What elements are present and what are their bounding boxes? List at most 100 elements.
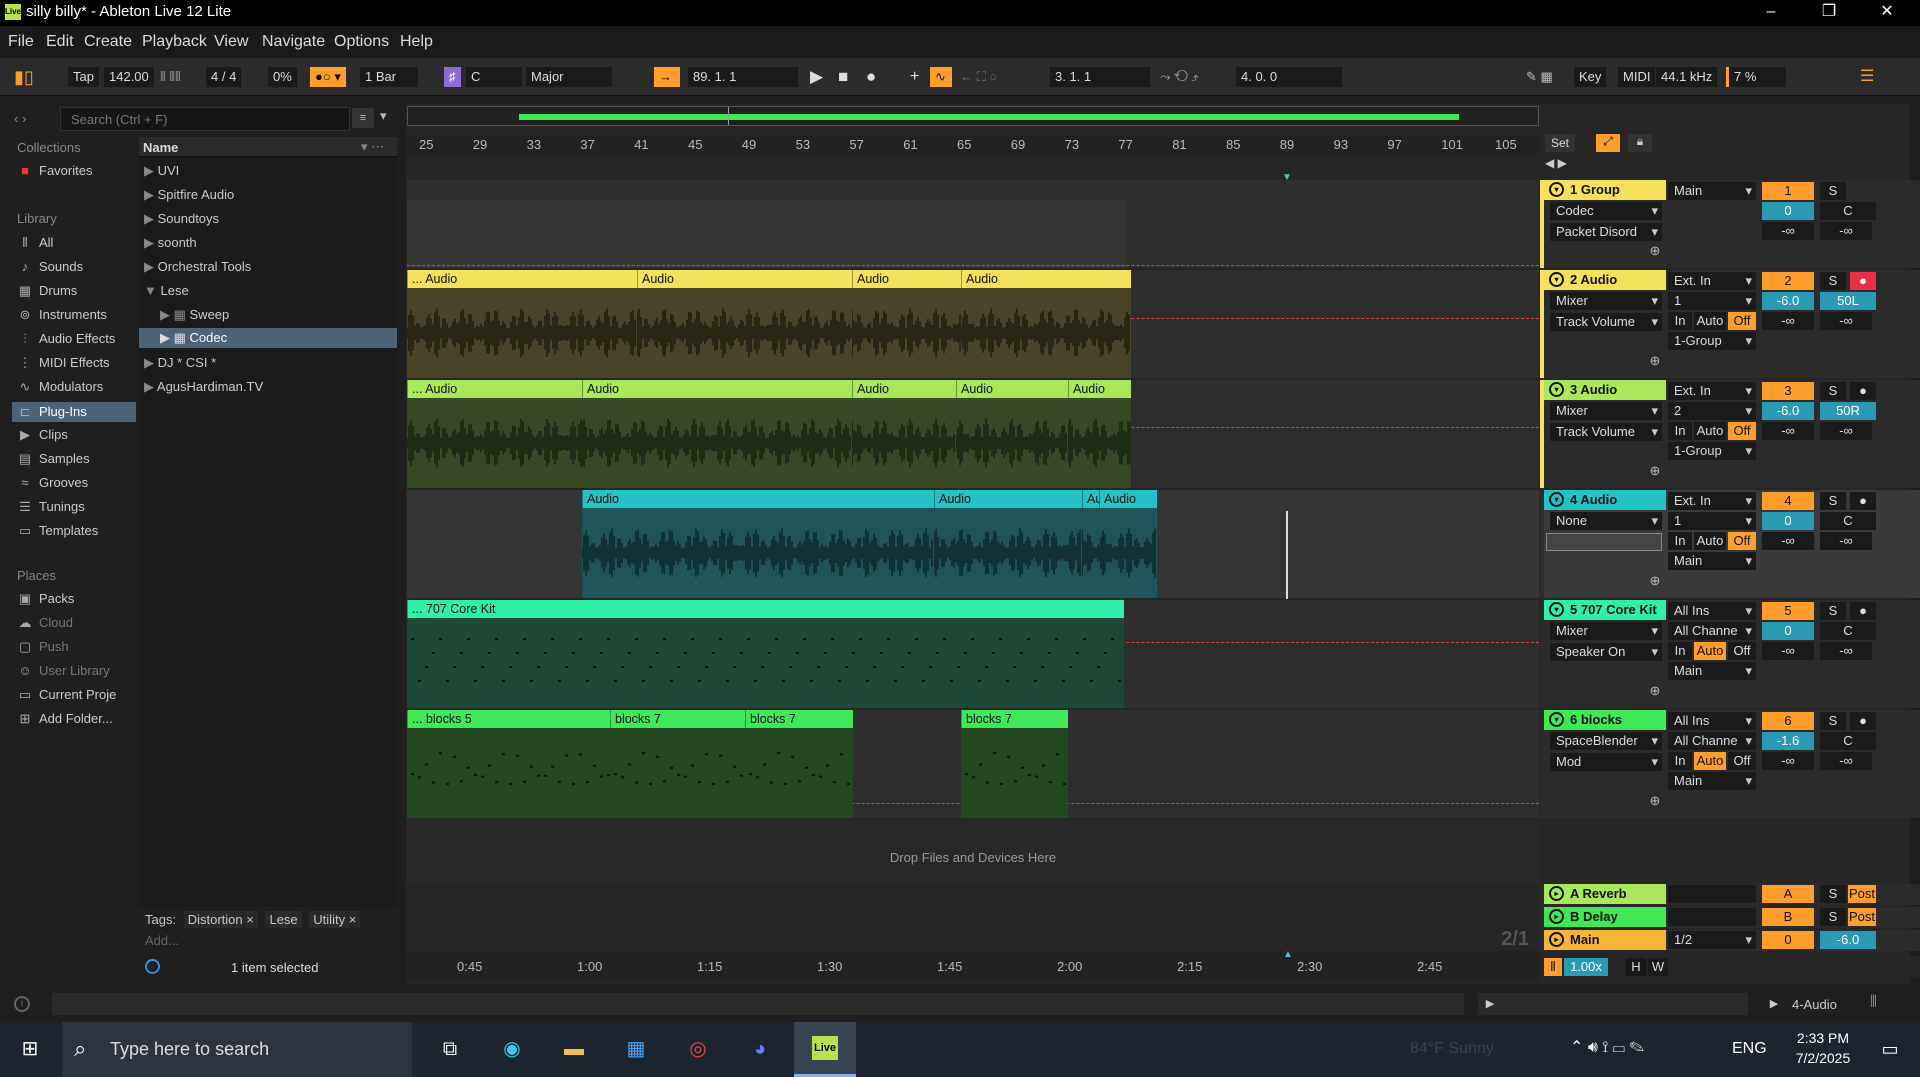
solo-button[interactable]: S — [1820, 272, 1846, 290]
library-instruments[interactable]: ⊚ Instruments — [18, 307, 107, 323]
file-item[interactable]: ▶ UVI — [144, 163, 179, 179]
zoom-value[interactable]: 1.00x — [1564, 958, 1608, 976]
track-number[interactable]: 5 — [1762, 602, 1814, 620]
post-button[interactable]: Post — [1848, 908, 1876, 926]
monitor-auto-button[interactable]: Auto — [1694, 422, 1726, 440]
volume-field[interactable]: -6.0 — [1762, 292, 1814, 310]
return-track[interactable]: ▸ A Reverb A S Post — [1540, 884, 1920, 905]
library-templates[interactable]: ▭ Templates — [18, 523, 98, 539]
add-device-icon[interactable]: ⊕ — [1648, 682, 1662, 700]
tag-lese[interactable]: Lese — [265, 911, 302, 928]
add-device-icon[interactable]: ⊕ — [1648, 352, 1662, 370]
clip[interactable]: blocks 7 — [961, 710, 1068, 818]
library-clips[interactable]: ▶ Clips — [18, 427, 68, 443]
metronome-button[interactable]: ●○ ▾ — [310, 67, 346, 87]
volume-field[interactable]: 0 — [1762, 202, 1814, 220]
file-item[interactable]: ▶ Soundtoys — [144, 211, 219, 227]
input-channel-select[interactable]: 1 — [1668, 292, 1756, 310]
output-select[interactable]: Main — [1668, 772, 1756, 790]
restore-button[interactable]: ❐ — [1800, 0, 1858, 26]
control-chooser[interactable]: Track Volume — [1550, 423, 1662, 441]
scale-select[interactable]: Major — [526, 67, 612, 87]
play-icon[interactable]: ▶ — [810, 67, 823, 87]
output-select[interactable]: 1-Group — [1668, 332, 1756, 350]
device-select[interactable]: Mixer — [1550, 622, 1662, 640]
return-letter[interactable]: 0 — [1762, 931, 1814, 949]
monitor-in-button[interactable]: In — [1668, 752, 1692, 770]
track-arrow-icon[interactable]: ▶ — [1762, 993, 1786, 1015]
solo-button[interactable]: S — [1820, 712, 1846, 730]
filter-icon[interactable]: ≡ — [352, 108, 374, 128]
store-icon[interactable]: ▦ — [614, 1031, 658, 1067]
volume-field[interactable]: -6.0 — [1820, 931, 1876, 949]
return-name[interactable]: ▸ B Delay — [1544, 907, 1666, 927]
clip[interactable]: ... Audio — [407, 380, 582, 488]
track-header[interactable]: ▾5 707 Core Kit Mixer Speaker On All Ins All… — [1540, 600, 1920, 708]
places-current-project[interactable]: ▭ Current Proje — [18, 687, 116, 703]
weather-widget[interactable]: 84°F Sunny — [1410, 1040, 1494, 1058]
clip[interactable]: Audio — [1099, 490, 1157, 598]
lane-group[interactable] — [407, 180, 1539, 268]
input-channel-select[interactable]: All Channe — [1668, 622, 1756, 640]
places-packs[interactable]: ▣ Packs — [18, 591, 75, 607]
input-type-select[interactable]: Ext. In — [1668, 382, 1756, 400]
volume-field[interactable]: -6.0 — [1762, 402, 1814, 420]
track-header[interactable]: ▾1 Group Codec Packet Disord Main 1S0C -∞ -∞ ⊕ — [1540, 180, 1920, 268]
solo-button[interactable]: S — [1820, 908, 1846, 926]
edge-icon[interactable]: ◉ — [490, 1031, 534, 1067]
clock[interactable]: 2:33 PM 7/2/2025 — [1778, 1030, 1868, 1066]
fold-icon[interactable]: ▾ — [1549, 382, 1564, 397]
add-device-icon[interactable]: ⊕ — [1648, 242, 1662, 260]
add-device-icon[interactable]: ⊕ — [1648, 462, 1662, 480]
pan-field[interactable]: C — [1820, 622, 1876, 640]
favorites-item[interactable]: ■ Favorites — [18, 163, 92, 178]
browser-toggle-icon[interactable]: ▮▯ — [14, 67, 34, 87]
taskbar-search[interactable]: ⌕ Type here to search — [62, 1022, 412, 1077]
overview-bar[interactable] — [407, 106, 1539, 126]
midi-map-button[interactable]: MIDI — [1618, 67, 1656, 87]
quantization-select[interactable]: 1 Bar — [360, 67, 418, 87]
clip[interactable]: Audio — [934, 490, 1082, 598]
monitor-off-button[interactable]: Off — [1728, 312, 1756, 330]
track-header[interactable]: ▾3 Audio Mixer Track Volume Ext. In 2 InAutoO… — [1540, 380, 1920, 488]
clip[interactable]: Au — [1082, 490, 1099, 598]
device-select[interactable]: None — [1550, 512, 1662, 530]
library-plug-ins[interactable]: ⊏ Plug-Ins — [12, 402, 136, 422]
fold-icon[interactable]: ▾ — [1549, 602, 1564, 617]
back-icon[interactable]: ‹ › — [14, 111, 26, 126]
output-select[interactable]: Main — [1668, 552, 1756, 570]
arm-button[interactable]: ● — [1850, 602, 1876, 620]
automation-arm-icon[interactable]: ∿ — [930, 67, 952, 87]
monitor-auto-button[interactable]: Auto — [1694, 312, 1726, 330]
library-all[interactable]: ⦀ All — [18, 235, 53, 251]
menu-navigate[interactable]: Navigate — [262, 33, 325, 51]
arrangement-position[interactable]: 89. 1. 1 — [688, 67, 798, 87]
menu-options[interactable]: Options — [334, 33, 389, 51]
file-item[interactable]: ▶ Orchestral Tools — [144, 259, 251, 275]
overdub-icon[interactable]: + — [910, 67, 919, 87]
monitor-auto-button[interactable]: Auto — [1694, 752, 1726, 770]
return-track[interactable]: ▸ B Delay B S Post — [1540, 907, 1920, 928]
pan-field[interactable]: 50R — [1820, 402, 1876, 420]
clip[interactable]: Audio — [582, 380, 852, 488]
control-chooser[interactable]: Track Volume — [1550, 313, 1662, 331]
fold-icon[interactable]: ▾ — [1549, 182, 1564, 197]
w-button[interactable]: W — [1648, 958, 1668, 976]
close-button[interactable]: ✕ — [1858, 0, 1916, 26]
chrome-icon[interactable]: ◎ — [676, 1031, 720, 1067]
set-locator-button[interactable]: Set — [1545, 134, 1575, 152]
fold-icon[interactable]: ▸ — [1549, 886, 1564, 901]
input-type-select[interactable]: Ext. In — [1668, 492, 1756, 510]
library-midi-effects[interactable]: ⋮ MIDI Effects — [18, 355, 110, 371]
return-letter[interactable]: B — [1762, 908, 1814, 926]
library-audio-effects[interactable]: ⫶ Audio Effects — [18, 331, 115, 347]
track-header[interactable]: ▾2 Audio Mixer Track Volume Ext. In 1 InAutoO… — [1540, 270, 1920, 378]
key-map-button[interactable]: Key — [1574, 67, 1607, 87]
solo-button[interactable]: S — [1820, 382, 1846, 400]
menu-view[interactable]: View — [214, 33, 248, 51]
track-name[interactable]: ▾ 3 Audio — [1544, 380, 1666, 400]
menu-create[interactable]: Create — [84, 33, 132, 51]
tempo-field[interactable]: 142.00 — [104, 67, 154, 87]
windows-start-icon[interactable]: ⊞ — [8, 1031, 52, 1067]
return-letter[interactable]: A — [1762, 885, 1814, 903]
